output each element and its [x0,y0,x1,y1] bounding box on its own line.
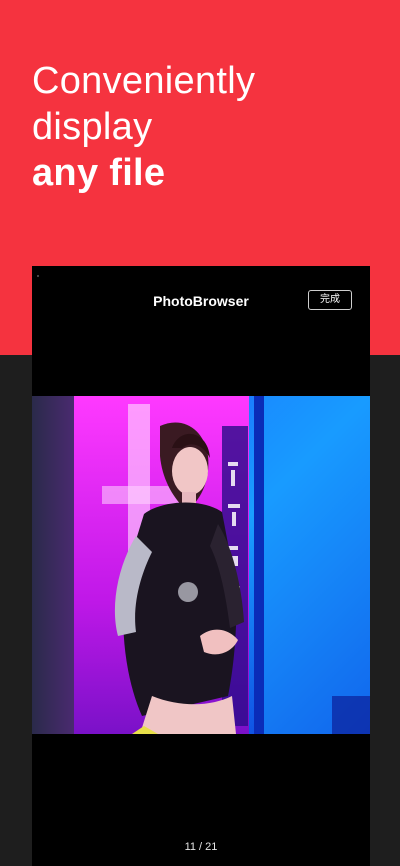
headline-line-3: any file [32,152,166,194]
hero-headline: Conveniently display any file [32,58,255,196]
photo-browser-screen: PhotoBrowser 完成 11 / 21 [32,266,370,866]
neon-portrait-photo-icon [32,396,370,734]
photo-viewer-image[interactable] [32,396,370,734]
done-button[interactable]: 完成 [308,290,352,310]
status-dot [37,275,39,277]
headline-line-2: display [32,106,153,148]
page-indicator: 11 / 21 [184,841,218,853]
headline-line-1: Conveniently [32,60,256,102]
